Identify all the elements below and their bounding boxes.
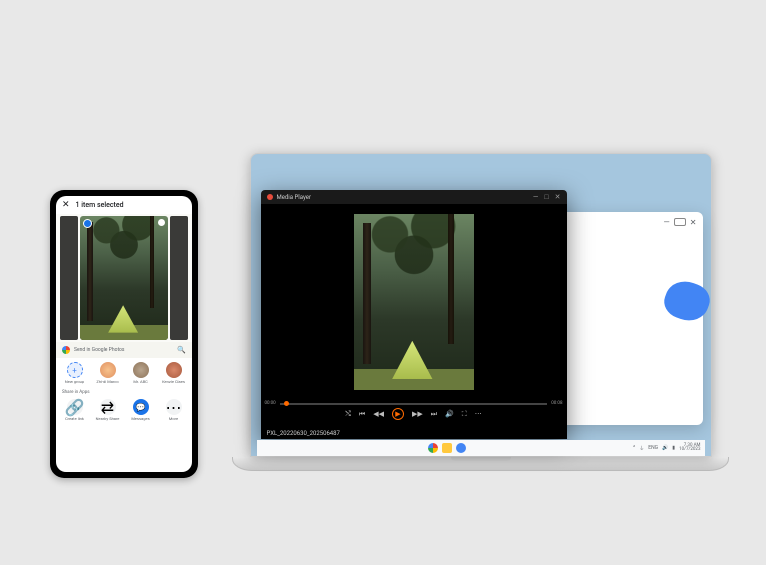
windows-taskbar[interactable]: ^ ⏚ ENG 🔊 ▮ 7.30 AM 10/7/2023 bbox=[257, 440, 705, 456]
avatar bbox=[100, 362, 116, 378]
avatar bbox=[133, 362, 149, 378]
rewind-icon[interactable]: ◀◀ bbox=[373, 410, 384, 418]
fullscreen-icon[interactable]: ⛶ bbox=[462, 410, 467, 419]
contact-new-group[interactable]: + New group bbox=[62, 362, 88, 384]
share-sheet-header: ✕ 1 item selected bbox=[56, 196, 192, 214]
app-nearby-share[interactable]: ⇄ Nearby Share bbox=[95, 399, 121, 421]
plus-icon: + bbox=[67, 362, 83, 378]
app-messages[interactable]: 💬 Messages bbox=[128, 399, 154, 421]
contact-label: Mr. ABC bbox=[133, 379, 147, 384]
wifi-icon[interactable]: ⏚ bbox=[639, 445, 644, 452]
forward-icon[interactable]: ▶▶ bbox=[412, 410, 423, 418]
desktop: — ✕ Receive s to send Select folders Med… bbox=[250, 153, 712, 457]
media-player-titlebar: Media Player — □ ✕ bbox=[261, 190, 567, 204]
maximize-icon[interactable]: □ bbox=[544, 193, 548, 201]
contacts-row: + New group Zhi-di Marco Mr. ABC Kenzie … bbox=[56, 358, 192, 388]
seek-thumb[interactable] bbox=[284, 401, 289, 406]
nearby-share-taskbar-icon[interactable] bbox=[456, 443, 466, 453]
share-apps-row: 🔗 Create link ⇄ Nearby Share 💬 Messages … bbox=[56, 397, 192, 425]
contact-label: New group bbox=[65, 379, 84, 384]
taskbar-pinned bbox=[428, 443, 466, 453]
seek-bar[interactable] bbox=[280, 403, 548, 405]
thumbnail-prev[interactable] bbox=[60, 216, 78, 340]
device-icon bbox=[674, 218, 686, 226]
more-icon: ⋯ bbox=[166, 399, 182, 415]
nearby-share-icon: ⇄ bbox=[100, 399, 116, 415]
contact-label: Zhi-di Marco bbox=[96, 379, 118, 384]
player-controls: 00:00 00:08 ⤭ ⏮ ◀◀ ▶ ▶▶ ⏭ 🔊 ⛶ ⋯ bbox=[261, 400, 567, 428]
contact-item[interactable]: Kenzie Claes bbox=[161, 362, 187, 384]
google-photos-icon bbox=[62, 346, 70, 354]
contact-item[interactable]: Zhi-di Marco bbox=[95, 362, 121, 384]
video-frame bbox=[354, 214, 474, 390]
phone-device: ✕ 1 item selected Send in Google Photos … bbox=[50, 190, 198, 478]
search-icon[interactable]: 🔍 bbox=[177, 346, 186, 354]
language-indicator[interactable]: ENG bbox=[648, 445, 658, 451]
app-create-link[interactable]: 🔗 Create link bbox=[62, 399, 88, 421]
app-icon bbox=[267, 194, 273, 200]
chevron-up-icon[interactable]: ^ bbox=[633, 445, 635, 451]
battery-icon[interactable]: ▮ bbox=[672, 445, 675, 451]
chrome-icon[interactable] bbox=[428, 443, 438, 453]
laptop-base bbox=[232, 457, 729, 471]
volume-tray-icon[interactable]: 🔊 bbox=[662, 445, 668, 451]
clock[interactable]: 7.30 AM 10/7/2023 bbox=[679, 444, 700, 453]
volume-icon[interactable]: 🔊 bbox=[445, 410, 454, 418]
filename-label: PXL_20220630_202506487 bbox=[261, 428, 567, 439]
minimize-icon[interactable]: — bbox=[533, 193, 538, 201]
prev-icon[interactable]: ⏮ bbox=[359, 410, 365, 419]
deselect-icon[interactable] bbox=[158, 219, 165, 226]
header-title: 1 item selected bbox=[76, 201, 124, 209]
thumbnail-next[interactable] bbox=[170, 216, 188, 340]
media-thumbnails bbox=[56, 214, 192, 342]
more-icon[interactable]: ⋯ bbox=[475, 410, 482, 418]
nearby-share-artwork bbox=[659, 276, 713, 327]
close-icon[interactable]: ✕ bbox=[62, 200, 70, 210]
selected-check-icon bbox=[83, 219, 92, 228]
phone-screen: ✕ 1 item selected Send in Google Photos … bbox=[56, 196, 192, 472]
next-icon[interactable]: ⏭ bbox=[431, 410, 437, 419]
file-explorer-icon[interactable] bbox=[442, 443, 452, 453]
media-player-window[interactable]: Media Player — □ ✕ 00:00 00:08 ⤭ ⏮ bbox=[261, 190, 567, 439]
link-icon: 🔗 bbox=[67, 399, 83, 415]
contact-label: Kenzie Claes bbox=[162, 379, 185, 384]
system-tray[interactable]: ^ ⏚ ENG 🔊 ▮ 7.30 AM 10/7/2023 bbox=[633, 444, 700, 453]
send-in-photos-label: Send in Google Photos bbox=[74, 347, 124, 353]
close-icon[interactable]: ✕ bbox=[555, 193, 561, 201]
messages-icon: 💬 bbox=[133, 399, 149, 415]
window-title: Media Player bbox=[277, 194, 312, 201]
app-more[interactable]: ⋯ More bbox=[161, 399, 187, 421]
laptop-device: — ✕ Receive s to send Select folders Med… bbox=[232, 153, 729, 471]
contact-item[interactable]: Mr. ABC bbox=[128, 362, 154, 384]
close-icon[interactable]: ✕ bbox=[690, 218, 697, 227]
send-in-photos-row[interactable]: Send in Google Photos 🔍 bbox=[56, 342, 192, 358]
time-elapsed: 00:00 bbox=[265, 401, 276, 406]
avatar bbox=[166, 362, 182, 378]
play-button[interactable]: ▶ bbox=[392, 408, 404, 420]
time-total: 00:08 bbox=[551, 401, 562, 406]
minimize-icon[interactable]: — bbox=[664, 218, 670, 227]
share-apps-label: Share in Apps bbox=[56, 388, 192, 397]
thumbnail-selected[interactable] bbox=[80, 216, 168, 340]
video-canvas[interactable] bbox=[261, 204, 567, 400]
shuffle-icon[interactable]: ⤭ bbox=[345, 410, 351, 419]
